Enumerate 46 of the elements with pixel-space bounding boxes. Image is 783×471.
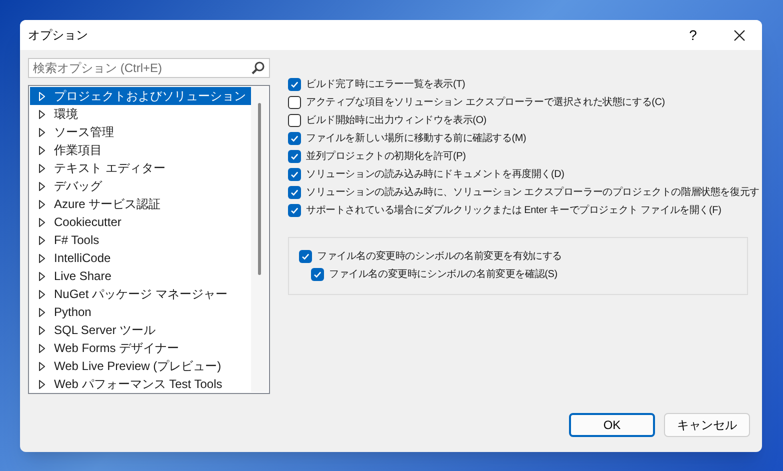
option-label: ソリューションの読み込み時に、ソリューション エクスプローラーのプロジェクトの階層状態を復元す [306,186,760,200]
checkbox[interactable] [288,78,301,90]
option-label: ファイル名の変更時のシンボルの名前変更を有効にする [317,250,562,264]
option-label: アクティブな項目をソリューション エクスプローラーで選択された状態にする(C) [306,96,665,110]
tree-item[interactable]: Cookiecutter [30,213,251,231]
option-label: ファイルを新しい場所に移動する前に確認する(M) [306,132,526,146]
tree-item[interactable]: 作業項目 [30,141,251,159]
close-icon [734,30,744,40]
tree-item[interactable]: Web パフォーマンス Test Tools [30,375,251,393]
search-icon [251,61,265,75]
tree-item[interactable]: Web Forms デザイナー [30,339,251,357]
search-field[interactable]: 検索オプション (Ctrl+E) [28,58,270,78]
checkbox[interactable] [288,96,301,108]
scrollbar-thumb[interactable] [258,103,261,275]
tree-item[interactable]: 環境 [30,105,251,123]
checkbox[interactable] [311,268,324,280]
option-label: サポートされている場合にダブルクリックまたは Enter キーでプロジェクト ファイルを開く(F) [306,204,722,218]
checkbox[interactable] [288,186,301,198]
tree-item[interactable]: IntelliCode [30,249,251,267]
tree-item[interactable]: Azure サービス認証 [30,195,251,213]
option-label: ビルド完了時にエラー一覧を表示(T) [306,78,466,92]
checkbox[interactable] [299,250,312,262]
window-title: オプション [28,27,89,44]
checkbox[interactable] [288,204,301,216]
cancel-button[interactable]: キャンセル [664,413,750,437]
option-label: ファイル名の変更時にシンボルの名前変更を確認(S) [329,268,558,282]
tree-item[interactable]: プロジェクトおよびソリューション [30,87,251,105]
option-label: 並列プロジェクトの初期化を許可(P) [306,150,466,164]
tree-item[interactable]: Web Live Preview (プレビュー) [30,357,251,375]
tree-item[interactable]: Python [30,303,251,321]
checkbox[interactable] [288,114,301,126]
ok-button[interactable]: OK [569,413,655,437]
checkbox[interactable] [288,168,301,180]
option-label: ソリューションの読み込み時にドキュメントを再度開く(D) [306,168,564,182]
tree-item[interactable]: F# Tools [30,231,251,249]
tree-item[interactable]: Live Share [30,267,251,285]
checkbox[interactable] [288,150,301,162]
option-label: ビルド開始時に出力ウィンドウを表示(O) [306,114,486,128]
tree-item[interactable]: テキスト エディター [30,159,251,177]
checkbox[interactable] [288,132,301,144]
help-button[interactable]: ? [670,20,716,50]
tree-item[interactable]: デバッグ [30,177,251,195]
tree-item[interactable]: NuGet パッケージ マネージャー [30,285,251,303]
tree-item[interactable]: SQL Server ツール [30,321,251,339]
tree-item[interactable]: ソース管理 [30,123,251,141]
checkmark-icon [290,80,299,88]
